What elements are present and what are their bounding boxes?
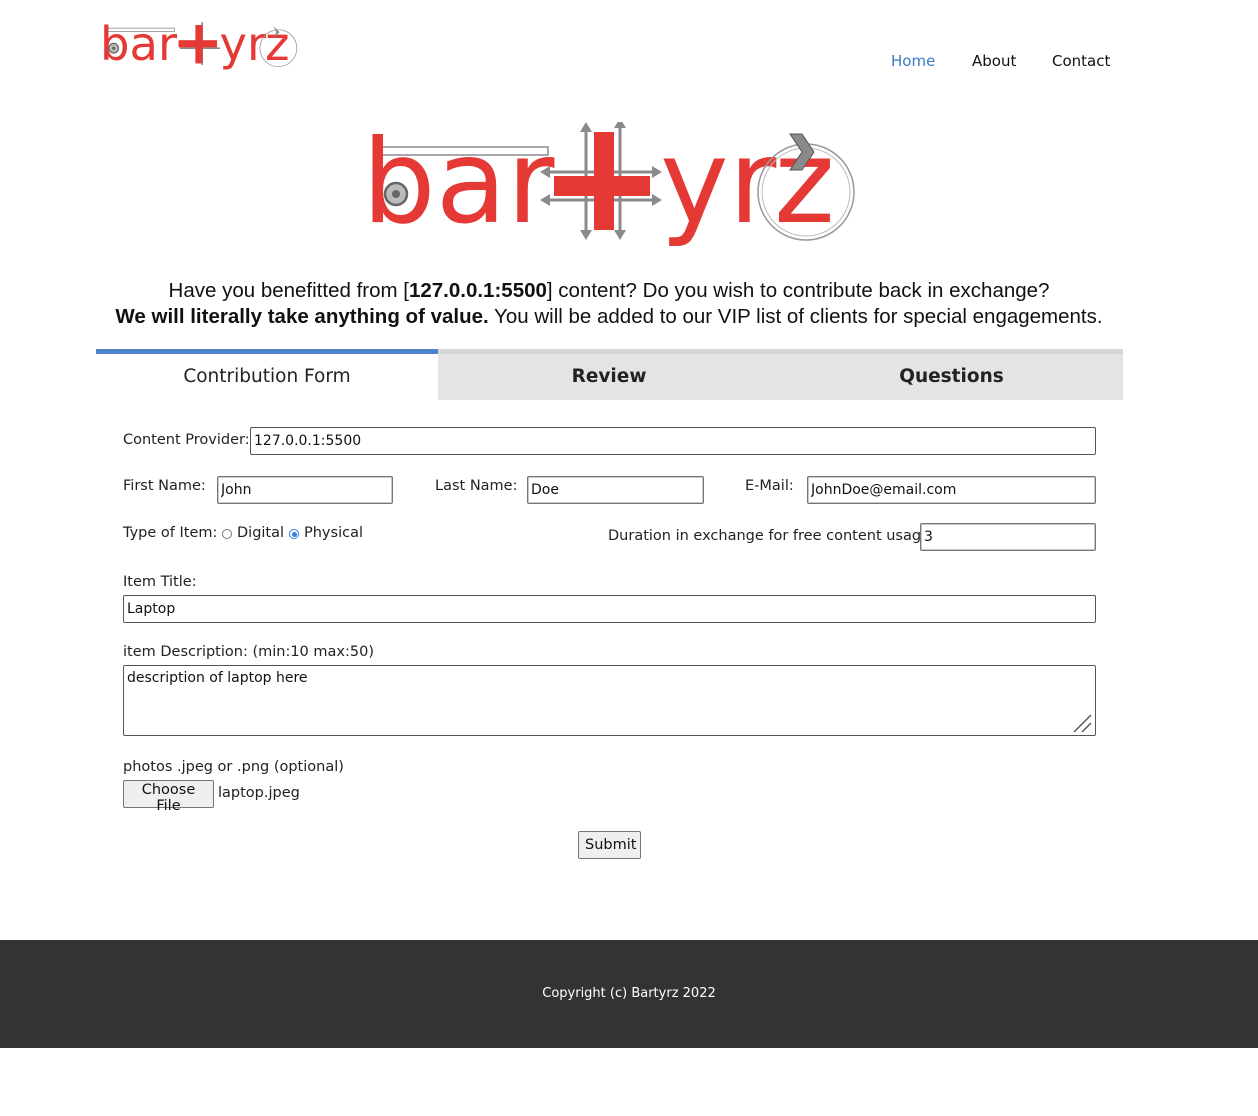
- radio-digital-label[interactable]: Digital: [237, 525, 284, 541]
- email-label: E-Mail:: [745, 478, 794, 494]
- radio-physical-label[interactable]: Physical: [304, 525, 363, 541]
- contribution-form: Content Provider: First Name: Last Name:…: [0, 400, 1258, 920]
- item-description-label: item Description: (min:10 max:50): [123, 644, 374, 660]
- intro-host: 127.0.0.1:5500: [408, 279, 547, 302]
- last-name-label: Last Name:: [435, 478, 518, 494]
- svg-text:yr: yr: [660, 122, 777, 250]
- radio-digital[interactable]: [222, 529, 232, 539]
- radio-physical[interactable]: [289, 529, 299, 539]
- content-provider-input[interactable]: [250, 427, 1096, 455]
- item-title-input[interactable]: [123, 595, 1096, 623]
- submit-button[interactable]: Submit: [578, 831, 641, 859]
- tab-questions[interactable]: Questions: [780, 349, 1123, 400]
- intro-line-2: We will literally take anything of value…: [115, 305, 1103, 328]
- duration-input[interactable]: [920, 523, 1096, 551]
- form-tabs: Contribution Form Review Questions: [96, 349, 1123, 400]
- first-name-input[interactable]: [217, 476, 393, 504]
- content-provider-label: Content Provider:: [123, 432, 250, 448]
- copyright-text: Copyright (c) Bartyrz 2022: [542, 986, 716, 1001]
- tab-contribution-form[interactable]: Contribution Form: [96, 349, 438, 400]
- choose-file-button[interactable]: Choose File: [123, 780, 214, 814]
- nav-about-link[interactable]: About: [972, 52, 1016, 70]
- email-input[interactable]: [807, 476, 1096, 504]
- site-header: bar yr z Home About Contact: [0, 0, 1258, 110]
- intro-line-1: Have you benefitted from [127.0.0.1:5500…: [168, 279, 1050, 302]
- site-footer: Copyright (c) Bartyrz 2022: [0, 940, 1258, 1048]
- last-name-input[interactable]: [527, 476, 704, 504]
- hero-logo: bar yr z: [362, 122, 855, 250]
- item-title-label: Item Title:: [123, 574, 197, 590]
- main-nav: Home About Contact: [0, 52, 1258, 76]
- intro-text: Have you benefitted from [127.0.0.1:5500…: [80, 278, 1138, 330]
- nav-home-link[interactable]: Home: [891, 52, 935, 70]
- tab-review[interactable]: Review: [438, 349, 780, 400]
- selected-file-name: laptop.jpeg: [218, 785, 300, 801]
- item-description-textarea[interactable]: description of laptop here: [123, 665, 1096, 736]
- resize-grip-icon[interactable]: [1072, 713, 1092, 733]
- type-of-item-label: Type of Item:: [123, 525, 218, 541]
- duration-label: Duration in exchange for free content us…: [608, 528, 935, 544]
- first-name-label: First Name:: [123, 478, 206, 494]
- photos-label: photos .jpeg or .png (optional): [123, 759, 344, 775]
- nav-contact-link[interactable]: Contact: [1052, 52, 1110, 70]
